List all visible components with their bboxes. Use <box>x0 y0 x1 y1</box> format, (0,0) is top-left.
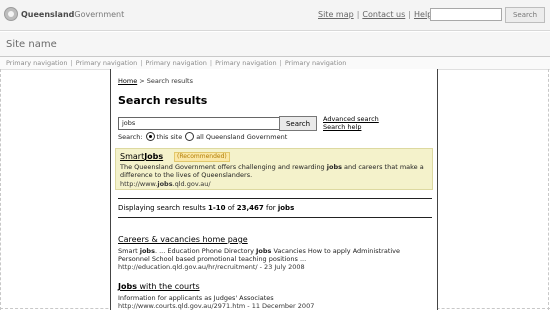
separator: | <box>356 10 360 19</box>
breadcrumb-home-link[interactable]: Home <box>118 77 137 85</box>
results-summary: Displaying search results 1-10 of 23,467… <box>118 204 295 212</box>
result-description: Information for applicants as Judges' As… <box>118 294 274 302</box>
global-search-input[interactable] <box>430 8 502 21</box>
nav-item-3[interactable]: Primary navigation <box>145 59 207 67</box>
site-map-link[interactable]: Site map <box>318 10 354 19</box>
main-content: Home > Search results Search results job… <box>110 69 438 310</box>
search-input[interactable]: jobs <box>118 117 281 130</box>
scope-this-site-radio[interactable] <box>145 132 155 141</box>
queensland-government-logo[interactable]: Queensland Government <box>4 7 124 21</box>
result-title-link[interactable]: Careers & vacancies home page <box>118 235 248 244</box>
breadcrumb: Home > Search results <box>118 77 193 85</box>
crest-icon <box>4 7 18 21</box>
result-url: http://education.qld.gov.au/hr/recruitme… <box>118 263 305 271</box>
recommended-result-title[interactable]: SmartJobs <box>120 152 163 161</box>
global-search-button[interactable]: Search <box>505 7 545 23</box>
separator: | <box>408 10 411 19</box>
search-options-links: Advanced search Search help <box>323 115 379 131</box>
logo-text-rest: Government <box>74 9 125 19</box>
nav-item-5[interactable]: Primary navigation <box>285 59 347 67</box>
scope-this-site-label: this site <box>156 132 183 141</box>
recommended-result-description: The Queensland Government offers challen… <box>120 163 424 179</box>
breadcrumb-current: Search results <box>146 77 193 85</box>
logo-text-bold: Queensland <box>21 9 75 19</box>
separator: | <box>209 59 213 67</box>
divider <box>118 217 432 218</box>
result-title-link[interactable]: Jobs with the courts <box>118 282 200 291</box>
site-name: Site name <box>6 39 57 50</box>
recommended-result: SmartJobs (Recommended) The Queensland G… <box>115 148 433 190</box>
page-title: Search results <box>118 94 208 107</box>
search-scope: Search: this site all Queensland Governm… <box>118 132 287 141</box>
nav-item-1[interactable]: Primary navigation <box>6 59 68 67</box>
divider <box>118 198 432 199</box>
search-button[interactable]: Search <box>279 116 317 131</box>
contact-us-link[interactable]: Contact us <box>362 10 405 19</box>
search-scope-label: Search: <box>118 132 143 141</box>
separator: | <box>279 59 282 67</box>
list-item: Jobs with the courts Information for app… <box>118 274 432 310</box>
separator: | <box>140 59 143 67</box>
nav-item-2[interactable]: Primary navigation <box>76 59 138 67</box>
scope-all-government-radio[interactable] <box>185 132 195 141</box>
list-item: Careers & vacancies home page Smart jobs… <box>118 227 432 271</box>
scope-all-government-label: all Queensland Government <box>196 132 288 141</box>
page-border-left <box>0 69 2 310</box>
separator: | <box>70 59 73 67</box>
site-name-bar: Site name <box>0 32 550 57</box>
result-url: http://www.courts.qld.gov.au/2971.htm - … <box>118 302 315 310</box>
recommended-result-url: http://www.jobs.qld.gov.au/ <box>120 180 211 188</box>
search-help-link[interactable]: Search help <box>323 123 379 131</box>
global-header: Queensland Government Site map | Contact us… <box>0 0 550 31</box>
recommended-badge: (Recommended) <box>174 152 230 162</box>
result-description: Smart jobs. ... Education Phone Director… <box>118 247 401 263</box>
nav-item-4[interactable]: Primary navigation <box>215 59 277 67</box>
advanced-search-link[interactable]: Advanced search <box>323 115 379 123</box>
utility-links: Site map|Contact us|Help| <box>318 10 441 19</box>
